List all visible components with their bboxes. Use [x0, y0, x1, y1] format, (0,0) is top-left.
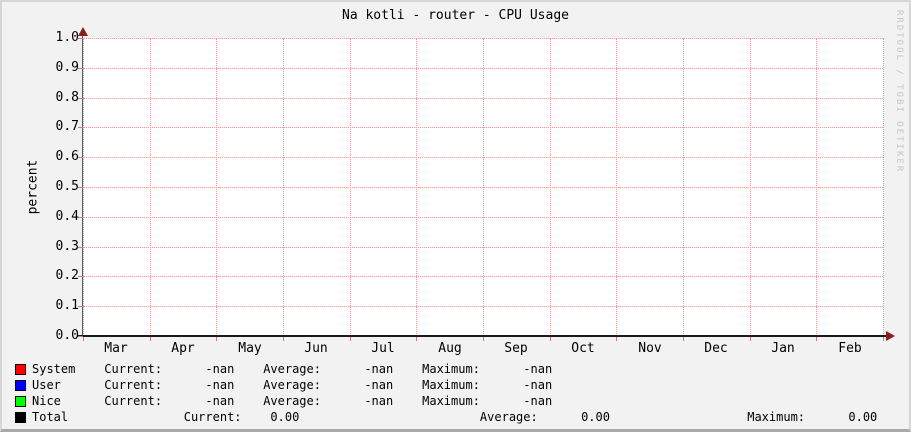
y-axis-tick — [78, 98, 83, 99]
plot-area — [83, 38, 884, 337]
x-axis-line — [77, 335, 887, 337]
legend-swatch-user — [15, 380, 26, 391]
x-axis-tick — [816, 337, 817, 341]
legend-swatch-system — [15, 364, 26, 375]
legend-row: Nice Current: -nan Average: -nan Maximum… — [15, 395, 552, 408]
gridline-vertical — [683, 38, 684, 336]
x-tick-label: Sep — [504, 341, 528, 356]
x-axis-tick — [350, 337, 351, 341]
x-tick-label: Nov — [638, 341, 662, 356]
gridline-vertical — [83, 38, 84, 336]
y-axis-arrow-icon — [78, 27, 88, 36]
x-axis-tick — [216, 337, 217, 341]
y-axis-tick — [78, 38, 83, 39]
y-tick-label: 0.6 — [55, 149, 79, 164]
y-tick-label: 0.2 — [55, 268, 79, 283]
gridline-vertical — [216, 38, 217, 336]
x-tick-label: Dec — [704, 341, 728, 356]
rrdtool-graph: Na kotli - router - CPU Usage percent 1.… — [0, 0, 911, 432]
y-axis-title: percent — [25, 159, 41, 215]
x-tick-label: Mar — [104, 341, 128, 356]
legend-row: System Current: -nan Average: -nan Maxim… — [15, 363, 552, 376]
y-axis-tick — [78, 187, 83, 188]
y-tick-label: 0.8 — [55, 90, 79, 105]
gridline-vertical — [816, 38, 817, 336]
x-tick-label: Aug — [438, 341, 462, 356]
graph-title: Na kotli - router - CPU Usage — [342, 8, 569, 23]
x-axis-tick — [550, 337, 551, 341]
y-axis-line — [82, 34, 83, 337]
x-axis-tick — [283, 337, 284, 341]
legend-text: Total Current: 0.00 Average: 0.00 Maximu… — [32, 410, 878, 424]
y-tick-label: 1.0 — [55, 30, 79, 45]
x-axis-arrow-icon — [886, 331, 895, 341]
gridline-vertical — [416, 38, 417, 336]
y-axis-tick — [78, 276, 83, 277]
gridline-vertical — [750, 38, 751, 336]
x-axis-tick — [883, 337, 884, 341]
legend-text: User Current: -nan Average: -nan Maximum… — [32, 378, 553, 392]
x-tick-label: Oct — [571, 341, 595, 356]
y-tick-label: 0.1 — [55, 298, 79, 313]
gridline-vertical — [883, 38, 884, 336]
legend-row: User Current: -nan Average: -nan Maximum… — [15, 379, 552, 392]
legend-text: System Current: -nan Average: -nan Maxim… — [32, 362, 553, 376]
y-tick-label: 0.0 — [55, 328, 79, 343]
y-axis-tick — [78, 68, 83, 69]
y-axis-tick — [78, 157, 83, 158]
x-axis-tick — [683, 337, 684, 341]
x-tick-label: May — [238, 341, 262, 356]
gridline-vertical — [350, 38, 351, 336]
gridline-vertical — [550, 38, 551, 336]
legend-swatch-nice — [15, 396, 26, 407]
y-tick-label: 0.7 — [55, 119, 79, 134]
gridline-vertical — [616, 38, 617, 336]
x-tick-label: Jul — [371, 341, 395, 356]
y-axis-tick — [78, 247, 83, 248]
y-tick-label: 0.5 — [55, 179, 79, 194]
x-axis-tick — [83, 337, 84, 341]
x-axis-tick — [416, 337, 417, 341]
legend-swatch-total — [15, 412, 26, 423]
x-axis-tick — [616, 337, 617, 341]
y-tick-label: 0.9 — [55, 60, 79, 75]
legend-text: Nice Current: -nan Average: -nan Maximum… — [32, 394, 553, 408]
watermark-text: RRDTOOL / TOBI OETIKER — [894, 10, 904, 174]
x-tick-label: Jan — [771, 341, 795, 356]
y-tick-label: 0.3 — [55, 239, 79, 254]
gridline-vertical — [150, 38, 151, 336]
y-axis-tick — [78, 306, 83, 307]
x-tick-label: Feb — [838, 341, 862, 356]
y-axis-tick — [78, 127, 83, 128]
x-axis-tick — [483, 337, 484, 341]
x-axis-tick — [750, 337, 751, 341]
x-tick-label: Jun — [304, 341, 328, 356]
gridline-vertical — [283, 38, 284, 336]
x-axis-tick — [150, 337, 151, 341]
x-tick-label: Apr — [171, 341, 195, 356]
legend-row: Total Current: 0.00 Average: 0.00 Maximu… — [15, 411, 877, 424]
y-axis-tick — [78, 217, 83, 218]
gridline-vertical — [483, 38, 484, 336]
y-tick-label: 0.4 — [55, 209, 79, 224]
